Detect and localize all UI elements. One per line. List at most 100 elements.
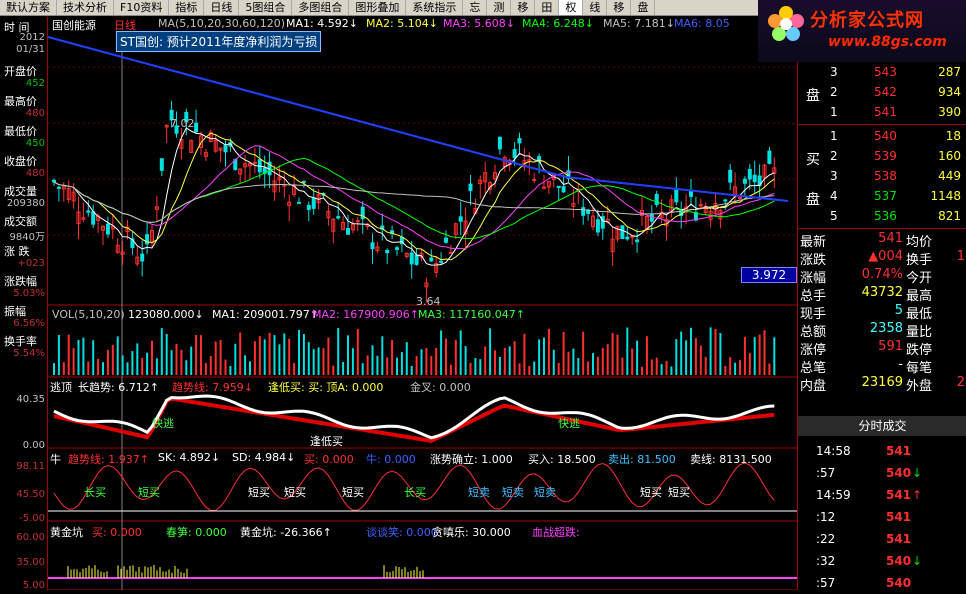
ind2-sellline: 卖线: 8131.500 — [690, 453, 772, 466]
buy-row[interactable]: 5 536 821 — [798, 206, 966, 226]
sell-price: 541 — [874, 105, 897, 119]
chart-area[interactable]: 国创能源 日线 MA(5,10,20,30,60,120) MA1: 4.592… — [47, 17, 797, 591]
candle-body — [556, 185, 561, 189]
candle-body — [497, 136, 502, 150]
sell-price: 543 — [874, 65, 897, 79]
quote-key2: 跌停 — [906, 343, 933, 358]
trade-arrow: ↓ — [912, 466, 923, 480]
trade-arrow: ↓ — [912, 554, 923, 568]
vol-ma2: MA2: 167900.906↑ — [312, 308, 419, 321]
ind3-spring: 春笋: 0.000 — [166, 526, 227, 539]
menu-item-4[interactable]: 日线 — [204, 0, 240, 15]
candle-body — [468, 183, 473, 192]
brand-url: www.88gs.com — [828, 34, 947, 50]
candle-body — [301, 180, 306, 183]
trades-title[interactable]: 分时成交 — [798, 416, 966, 436]
quote-key: 涨幅 — [800, 271, 827, 286]
candle-body — [414, 254, 419, 265]
quote-value: 2358 — [869, 321, 903, 336]
candle-body — [654, 193, 659, 205]
sell-level: 1 — [830, 105, 838, 119]
ind1-buy-low: 逢低买 — [310, 435, 343, 448]
sell-volume: 934 — [938, 85, 961, 99]
menu-item-1[interactable]: 技术分析 — [57, 0, 114, 15]
min-price-label: 3.64 — [416, 295, 441, 308]
chg-value: +023 — [17, 258, 45, 269]
ind2-short-buy-3: 短买 — [284, 486, 306, 499]
quote-value: 591 — [878, 339, 903, 354]
menu-item-12[interactable]: 田 — [535, 0, 560, 15]
trade-time: 14:58 — [816, 444, 851, 458]
candle-body — [159, 158, 164, 171]
quote-key2: 均价 — [906, 235, 933, 250]
candle-body — [429, 257, 434, 262]
ind2-short-sell-3: 短卖 — [534, 486, 556, 499]
low-value: 450 — [25, 138, 45, 149]
sell-row[interactable]: 盘 2 542 934 — [798, 82, 966, 104]
quote-row: 涨跌 ▲004 换手 1 — [798, 249, 966, 268]
candle-body — [728, 169, 733, 183]
menu-item-13[interactable]: 权 — [559, 0, 584, 15]
candle-body — [86, 210, 91, 213]
buy-row[interactable]: 买 2 539 160 — [798, 146, 966, 168]
sell-volume: 287 — [938, 65, 961, 79]
trade-price: 540 — [886, 576, 912, 590]
buy-volume: 449 — [938, 169, 961, 183]
menu-item-7[interactable]: 图形叠加 — [349, 0, 407, 15]
menu-item-15[interactable]: 移 — [607, 0, 632, 15]
ind1-trend: 趋势线: 7.959↓ — [172, 381, 253, 394]
ind3-y1: 60.00 — [16, 532, 45, 543]
trade-time: :12 — [816, 510, 836, 524]
notice-box[interactable]: ST国创: 预计2011年度净利润为亏损 — [116, 31, 322, 52]
menu-item-8[interactable]: 系统指示 — [406, 0, 464, 15]
candle-body — [395, 247, 399, 250]
quote-value2: 1 — [956, 249, 965, 264]
quote-key: 总手 — [800, 289, 827, 304]
ind2-short-buy-2: 短买 — [248, 486, 270, 499]
trade-row: 14:59 541 ↑ — [798, 484, 966, 506]
buy-level: 3 — [830, 169, 838, 183]
sell-row[interactable]: 1 541 390 — [798, 102, 966, 122]
candle-body — [194, 122, 199, 133]
ma6-value: MA6: 8.05 — [674, 17, 730, 30]
trade-price: 540 — [886, 466, 912, 480]
buy-row[interactable]: 3 538 449 — [798, 166, 966, 186]
menu-item-6[interactable]: 多图组合 — [292, 0, 350, 15]
ind2-short-sell-1: 短卖 — [468, 486, 490, 499]
candle-body — [723, 199, 728, 202]
trade-time: :57 — [816, 466, 836, 480]
buy-row[interactable]: 盘 4 537 1148 — [798, 186, 966, 208]
quote-key2: 外盘 — [906, 379, 933, 394]
flower-logo-icon — [768, 6, 804, 41]
menu-item-3[interactable]: 指标 — [169, 0, 205, 15]
candle-body — [532, 178, 537, 181]
menu-item-2[interactable]: F10资料 — [114, 0, 170, 15]
menu-item-16[interactable]: 盘 — [631, 0, 656, 15]
menu-item-5[interactable]: 5图组合 — [239, 0, 293, 15]
menu-item-11[interactable]: 移 — [511, 0, 536, 15]
candle-body — [355, 220, 360, 223]
candle-body — [409, 252, 414, 265]
ind2-sellout: 卖出: 81.500 — [608, 453, 676, 466]
ind2-rise: 涨势确立: 1.000 — [430, 453, 513, 466]
sell-row[interactable]: 3 543 287 — [798, 62, 966, 82]
quote-key2: 每笔 — [906, 361, 933, 376]
candle-body — [625, 236, 630, 240]
candle-body — [674, 188, 679, 203]
menu-item-10[interactable]: 测 — [487, 0, 512, 15]
ind2-long-buy-1: 长买 — [84, 486, 106, 499]
ind2-short-buy-4: 短买 — [342, 486, 364, 499]
quote-row: 涨幅 0.74% 今开 — [798, 267, 966, 286]
sell-level: 2 — [830, 85, 838, 99]
low-label: 最低价 — [4, 125, 37, 138]
trade-row: :12 541 — [798, 506, 966, 528]
buy-row[interactable]: 1 540 18 — [798, 126, 966, 146]
ind2-trend: 趋势线: 1.937↑ — [68, 453, 149, 466]
menu-item-0[interactable]: 默认方案 — [0, 0, 57, 15]
ind2-short-buy-1: 短买 — [138, 486, 160, 499]
menu-item-9[interactable]: 忘 — [463, 0, 488, 15]
ma6-line — [47, 36, 789, 202]
quote-key: 涨停 — [800, 343, 827, 358]
menu-item-14[interactable]: 线 — [583, 0, 608, 15]
candle-body — [747, 168, 752, 180]
